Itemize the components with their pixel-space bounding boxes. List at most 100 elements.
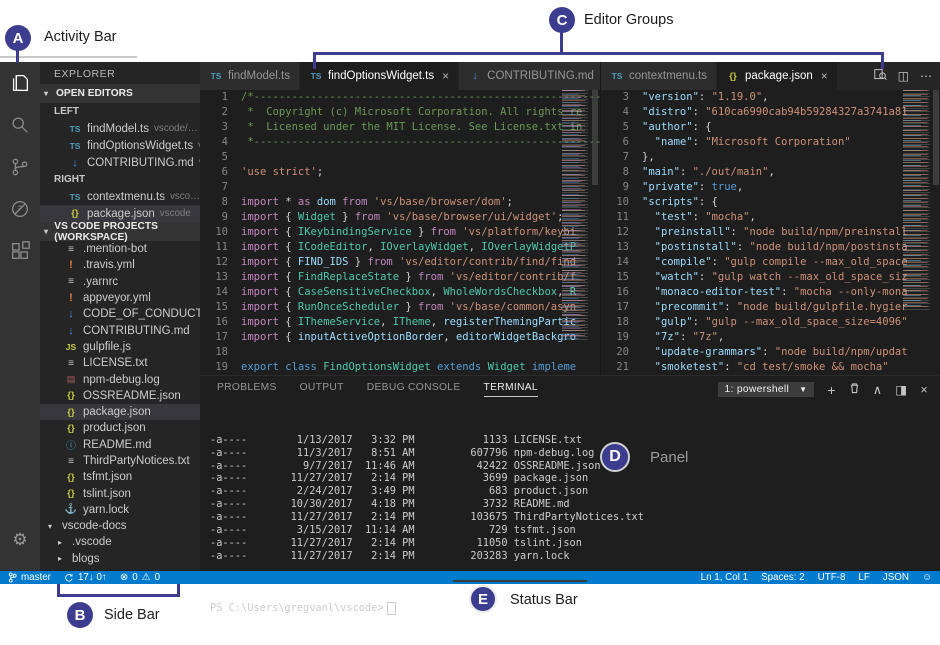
editor-tab-package.json[interactable]: {}package.json× (717, 62, 837, 90)
chevron-down-icon: ▾ (44, 227, 51, 236)
folder-item[interactable]: ▾vscode-docs (40, 518, 200, 534)
open-preview-icon[interactable] (874, 68, 887, 84)
md-file-icon: ↓ (68, 157, 82, 169)
git-branch-status[interactable]: master (8, 572, 51, 583)
open-editors-group-label: RIGHT (40, 171, 200, 188)
minimap[interactable] (903, 90, 931, 310)
maximize-panel-icon[interactable]: ∧ (873, 382, 882, 397)
file-item[interactable]: {}package.json (40, 404, 200, 420)
split-panel-icon[interactable]: ◨ (895, 382, 907, 397)
extensions-icon[interactable] (0, 230, 40, 272)
code-line: 15 "watch": "gulp watch --max_old_space_… (601, 270, 940, 285)
chevron-down-icon: ▼ (799, 385, 807, 394)
code-line: 14import { CaseSensitiveCheckbox, WholeW… (200, 285, 600, 300)
new-terminal-icon[interactable]: + (827, 382, 835, 398)
terminal-cursor (387, 602, 396, 615)
file-item[interactable]: !.travis.yml (40, 257, 200, 273)
file-item[interactable]: JSgulpfile.js (40, 339, 200, 355)
json-file-icon: {} (68, 208, 82, 219)
terminal-line: -a---- 10/30/2017 4:18 PM 3732 README.md (210, 498, 940, 511)
language-mode[interactable]: JSON (883, 572, 909, 583)
feedback-smiley-icon[interactable]: ☺ (922, 572, 932, 583)
folder-item[interactable]: ▸.vscode (40, 534, 200, 550)
eol[interactable]: LF (858, 572, 869, 583)
file-item[interactable]: ≡.yarnrc (40, 274, 200, 290)
ts-file-icon: TS (68, 124, 82, 134)
panel: PROBLEMS OUTPUT DEBUG CONSOLE TERMINAL 1: p… (200, 375, 940, 572)
cursor-position[interactable]: Ln 1, Col 1 (701, 572, 748, 583)
sync-status[interactable]: 17↓ 0↑ (64, 572, 107, 583)
js-file-icon: JS (64, 342, 78, 352)
source-control-icon[interactable] (0, 146, 40, 188)
panel-tab-debug-console[interactable]: DEBUG CONSOLE (367, 382, 461, 397)
debug-icon[interactable] (0, 188, 40, 230)
terminal-select[interactable]: 1: powershell▼ (718, 382, 815, 397)
list-file-icon: ≡ (64, 358, 78, 369)
panel-tab-terminal[interactable]: TERMINAL (484, 382, 538, 397)
panel-tab-output[interactable]: OUTPUT (300, 382, 344, 397)
file-item[interactable]: {}product.json (40, 420, 200, 436)
chevron-icon: ▾ (48, 522, 57, 531)
workspace-header[interactable]: ▾ VS CODE PROJECTS (WORKSPACE) (40, 222, 200, 241)
close-panel-icon[interactable]: × (920, 383, 928, 397)
file-item[interactable]: !appveyor.yml (40, 290, 200, 306)
close-icon[interactable]: × (821, 69, 828, 83)
file-item[interactable]: {}OSSREADME.json (40, 388, 200, 404)
open-editors-header[interactable]: ▾ OPEN EDITORS (40, 84, 200, 103)
annotation-d-badge: D (600, 442, 630, 472)
file-item[interactable]: ≡.mention-bot (40, 241, 200, 257)
side-bar: EXPLORER ▾ OPEN EDITORS LEFTTSfindModel.… (40, 62, 200, 571)
open-editor-item[interactable]: ↓CONTRIBUTING.mdvscode (40, 154, 200, 171)
terminal-line: -a---- 11/3/2017 8:51 AM 607796 npm-debu… (210, 447, 940, 460)
open-editor-item[interactable]: TSfindOptionsWidget.tsvsco... (40, 137, 200, 154)
file-item[interactable]: ≡ThirdPartyNotices.txt (40, 453, 200, 469)
code-editor[interactable]: 1/*-------------------------------------… (200, 90, 600, 375)
terminal-line: -a---- 1/13/2017 3:32 PM 1133 LICENSE.tx… (210, 434, 940, 447)
problems-status[interactable]: ⊗ 0 ⚠ 0 (120, 572, 160, 583)
code-line: 2 * Copyright (c) Microsoft Corporation.… (200, 105, 600, 120)
editor-tab-contextmenu.ts[interactable]: TScontextmenu.ts (601, 62, 716, 90)
split-editor-icon[interactable]: ◫ (898, 69, 909, 83)
chevron-icon: ▸ (58, 538, 67, 547)
file-item[interactable]: ⚓yarn.lock (40, 502, 200, 518)
annotation-c-label: Editor Groups (584, 12, 673, 28)
scrollbar[interactable] (590, 90, 600, 375)
open-editor-item[interactable]: {}package.jsonvscode (40, 205, 200, 222)
panel-tab-problems[interactable]: PROBLEMS (217, 382, 277, 397)
file-item[interactable]: ⓘREADME.md (40, 437, 200, 453)
minimap[interactable] (562, 90, 590, 340)
indentation[interactable]: Spaces: 2 (761, 572, 805, 583)
file-item[interactable]: {}tsfmt.json (40, 469, 200, 485)
annotation-underline (0, 56, 137, 58)
scrollbar[interactable] (931, 90, 940, 375)
more-actions-icon[interactable]: ⋯ (920, 69, 932, 83)
annotation-a-badge: A (5, 25, 31, 51)
folder-item[interactable]: ▸blogs (40, 551, 200, 567)
file-item[interactable]: ≡LICENSE.txt (40, 355, 200, 371)
editor-tab-findModel.ts[interactable]: TSfindModel.ts (200, 62, 299, 90)
json-file-icon: {} (64, 423, 78, 434)
open-editor-item[interactable]: TSfindModel.tsvscode/src/vs/... (40, 120, 200, 137)
file-item[interactable]: {}tslint.json (40, 485, 200, 501)
json-file-icon: {} (64, 390, 78, 401)
code-editor[interactable]: 3"version": "1.19.0",4"distro": "610ca69… (601, 90, 940, 375)
settings-gear-icon[interactable]: ⚙ (0, 519, 40, 561)
open-editors-group-label: LEFT (40, 103, 200, 120)
code-line: 3"version": "1.19.0", (601, 90, 940, 105)
file-item[interactable]: ▤npm-debug.log (40, 371, 200, 387)
code-line: 12 "preinstall": "node build/npm/preinst… (601, 225, 940, 240)
editor-tab-findOptionsWidget.ts[interactable]: TSfindOptionsWidget.ts× (300, 62, 458, 90)
editor-tab-CONTRIBUTING.md[interactable]: ↓CONTRIBUTING.md (459, 62, 600, 90)
code-line: 4 *-------------------------------------… (200, 135, 600, 150)
open-editor-item[interactable]: TScontextmenu.tsvscode/src/... (40, 188, 200, 205)
explorer-icon[interactable] (0, 62, 40, 104)
close-icon[interactable]: × (442, 69, 449, 83)
activity-bar: ⚙ (0, 62, 40, 571)
file-item[interactable]: ↓CONTRIBUTING.md (40, 322, 200, 338)
sidebar-title: EXPLORER (40, 62, 200, 84)
file-item[interactable]: ↓CODE_OF_CONDUCT.md (40, 306, 200, 322)
search-icon[interactable] (0, 104, 40, 146)
annotation-a-label: Activity Bar (44, 29, 117, 45)
kill-terminal-icon[interactable] (849, 382, 860, 397)
encoding[interactable]: UTF-8 (818, 572, 846, 583)
